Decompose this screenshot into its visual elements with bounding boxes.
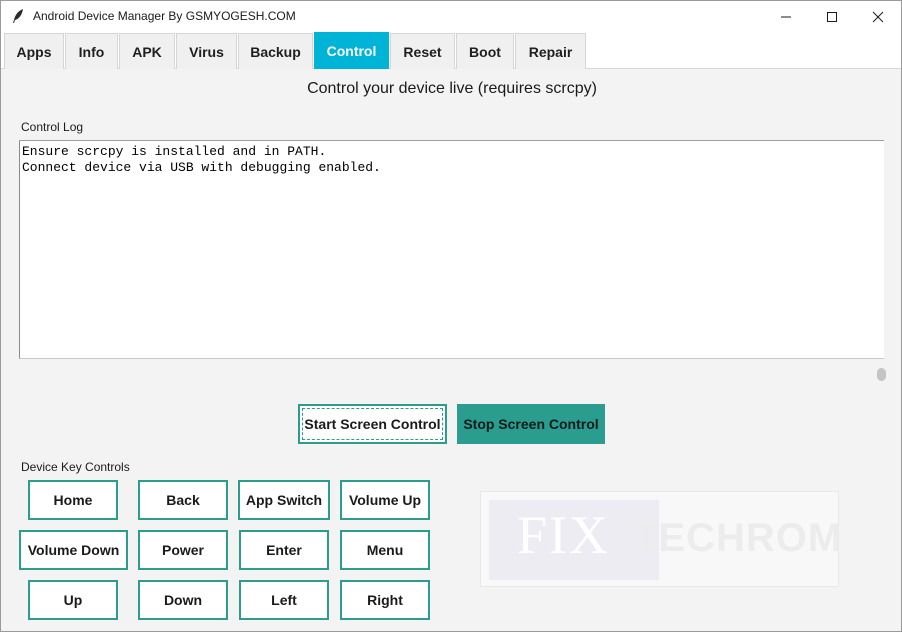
- tab-label: Virus: [189, 43, 224, 60]
- scrollbar-thumb[interactable]: [877, 368, 886, 381]
- feather-icon: [13, 9, 23, 23]
- tab-apps[interactable]: Apps: [4, 33, 64, 69]
- close-icon: [872, 11, 884, 22]
- app-window: Android Device Manager By GSMYOGESH.COM …: [0, 0, 902, 632]
- start-screen-control-button[interactable]: Start Screen Control: [298, 404, 447, 444]
- minimize-icon: [781, 16, 791, 17]
- tab-bar: Apps Info APK Virus Backup Control Reset…: [1, 32, 901, 69]
- tab-backup[interactable]: Backup: [238, 33, 313, 69]
- home-button[interactable]: Home: [28, 480, 118, 520]
- maximize-button[interactable]: [809, 1, 855, 32]
- tab-label: Boot: [469, 43, 501, 60]
- tab-label: Backup: [250, 43, 301, 60]
- back-button[interactable]: Back: [138, 480, 228, 520]
- watermark-text-right: TECHROM: [633, 516, 843, 560]
- window-title: Android Device Manager By GSMYOGESH.COM: [33, 9, 296, 23]
- control-log-textarea[interactable]: Ensure scrcpy is installed and in PATH. …: [19, 141, 884, 359]
- tab-label: Info: [78, 43, 105, 60]
- minimize-button[interactable]: [763, 1, 809, 32]
- tab-label: Repair: [528, 43, 573, 60]
- app-switch-button[interactable]: App Switch: [238, 480, 330, 520]
- stop-screen-control-button[interactable]: Stop Screen Control: [457, 404, 605, 444]
- menu-button[interactable]: Menu: [340, 530, 430, 570]
- control-panel: Control your device live (requires scrcp…: [1, 69, 901, 631]
- down-button[interactable]: Down: [138, 580, 228, 620]
- fixtechrom-watermark: FIX TECHROM: [480, 491, 843, 587]
- tab-control[interactable]: Control: [314, 32, 389, 69]
- enter-button[interactable]: Enter: [239, 530, 329, 570]
- tab-info[interactable]: Info: [65, 33, 118, 69]
- page-title: Control your device live (requires scrcp…: [307, 80, 597, 97]
- volume-down-button[interactable]: Volume Down: [19, 530, 128, 570]
- log-line: Ensure scrcpy is installed and in PATH.: [22, 144, 327, 159]
- tab-virus[interactable]: Virus: [176, 33, 237, 69]
- tab-repair[interactable]: Repair: [515, 33, 586, 69]
- tab-apk[interactable]: APK: [119, 33, 175, 69]
- tab-label: Reset: [403, 43, 442, 60]
- tab-label: Apps: [16, 43, 52, 60]
- watermark-text-left: FIX: [517, 505, 611, 565]
- up-button[interactable]: Up: [28, 580, 118, 620]
- tab-reset[interactable]: Reset: [390, 33, 455, 69]
- tab-label: APK: [132, 43, 162, 60]
- log-line: Connect device via USB with debugging en…: [22, 160, 381, 175]
- tab-label: Control: [326, 43, 377, 59]
- control-log-label: Control Log: [21, 120, 84, 134]
- volume-up-button[interactable]: Volume Up: [340, 480, 430, 520]
- right-button[interactable]: Right: [340, 580, 430, 620]
- maximize-icon: [827, 11, 837, 22]
- tab-boot[interactable]: Boot: [456, 33, 514, 69]
- title-bar: Android Device Manager By GSMYOGESH.COM: [1, 1, 901, 32]
- device-key-controls-label: Device Key Controls: [21, 460, 130, 474]
- left-button[interactable]: Left: [239, 580, 329, 620]
- close-button[interactable]: [855, 1, 901, 32]
- power-button[interactable]: Power: [138, 530, 228, 570]
